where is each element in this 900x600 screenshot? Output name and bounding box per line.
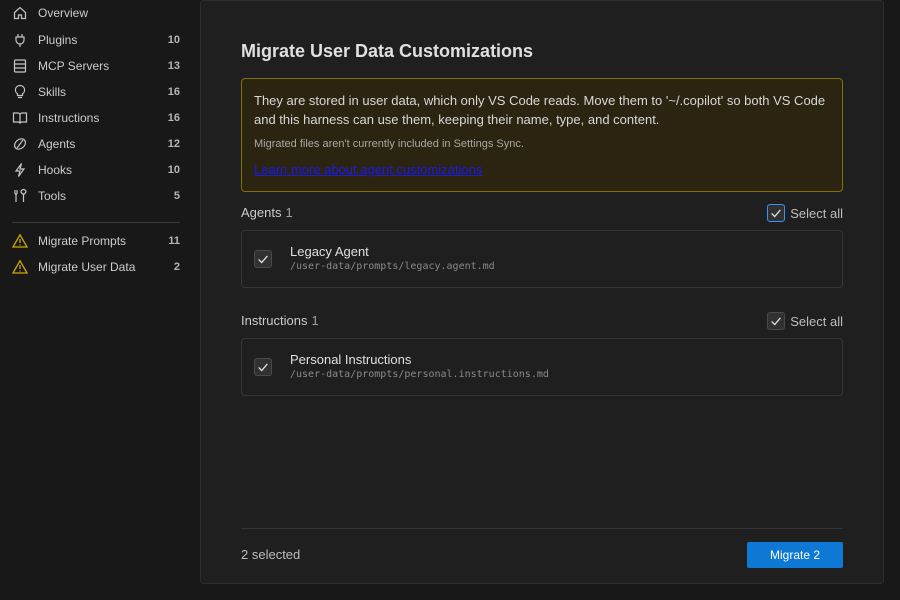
sidebar-item-count: 2 — [173, 261, 180, 273]
sidebar-item-tools[interactable]: Tools 5 — [0, 183, 192, 209]
sidebar-item-count: 11 — [168, 235, 180, 247]
sidebar-item-skills[interactable]: Skills 16 — [0, 79, 192, 105]
sidebar-item-overview[interactable]: Overview — [0, 0, 192, 26]
page-title: Migrate User Data Customizations — [241, 41, 534, 61]
notice-text: They are stored in user data, which only… — [254, 93, 826, 127]
migrate-panel: Migrate User Data Customizations They ar… — [200, 0, 884, 584]
checkmark-icon — [771, 209, 782, 218]
checkmark-icon — [258, 363, 268, 372]
list-item[interactable]: Legacy Agent /user-data/prompts/legacy.a… — [241, 230, 843, 288]
sidebar-item-label: Hooks — [38, 163, 73, 177]
section-title: Instructions 1 — [241, 313, 319, 328]
sidebar-item-label: Tools — [38, 189, 67, 203]
sidebar-item-migrate-user-data[interactable]: Migrate User Data 2 — [0, 254, 192, 280]
item-path: /user-data/prompts/legacy.agent.md — [290, 261, 495, 272]
sidebar-item-label: Migrate User Data — [38, 260, 136, 274]
select-all-instructions[interactable]: Select all — [767, 311, 843, 331]
warning-icon — [12, 259, 28, 275]
learn-more-link[interactable]: Learn more about agent customizations — [254, 162, 482, 177]
sidebar-item-label: MCP Servers — [38, 59, 110, 73]
sidebar-item-label: Skills — [38, 85, 67, 99]
plug-icon — [12, 32, 28, 48]
app-root: Overview Plugins 10 MCP Servers 13 Skill… — [0, 0, 900, 600]
section-count: 1 — [311, 313, 319, 328]
sidebar-item-agents[interactable]: Agents 12 — [0, 131, 192, 157]
checkmark-icon — [771, 317, 782, 326]
select-all-checkbox[interactable] — [767, 204, 786, 222]
select-all-label: Select all — [790, 313, 843, 329]
item-checkbox[interactable] — [254, 358, 272, 376]
sidebar-item-label: Overview — [38, 6, 89, 20]
sidebar-item-label: Agents — [38, 137, 76, 151]
book-icon — [12, 110, 28, 126]
sidebar-item-label: Migrate Prompts — [38, 234, 127, 248]
select-all-agents[interactable]: Select all — [767, 203, 843, 223]
section-title-text: Agents — [241, 205, 282, 220]
item-name: Legacy Agent — [290, 244, 369, 259]
lightbulb-icon — [12, 84, 28, 100]
list-item[interactable]: Personal Instructions /user-data/prompts… — [241, 338, 843, 396]
tools-icon — [12, 188, 28, 204]
sidebar-item-count: 16 — [167, 86, 180, 98]
sidebar-item-count: 12 — [167, 138, 180, 150]
notice-subtext: Migrated files aren't currently included… — [254, 138, 524, 150]
selection-count: 2 selected — [241, 547, 301, 562]
server-icon — [12, 58, 28, 74]
item-name: Personal Instructions — [290, 352, 412, 367]
agent-icon — [12, 136, 28, 152]
home-icon — [12, 5, 28, 21]
sidebar-item-label: Instructions — [38, 111, 100, 125]
sidebar-item-count: 16 — [167, 112, 180, 124]
info-notice: They are stored in user data, which only… — [241, 78, 843, 192]
select-all-checkbox[interactable] — [767, 312, 786, 330]
section-header-instructions: Instructions 1 Select all — [241, 311, 843, 331]
migrate-button[interactable]: Migrate 2 — [747, 542, 843, 568]
sidebar-divider — [12, 222, 180, 223]
sidebar-item-count: 5 — [173, 190, 180, 202]
sidebar-item-count: 10 — [167, 164, 180, 176]
sidebar-item-count: 10 — [167, 34, 180, 46]
section-count: 1 — [285, 205, 293, 220]
item-checkbox[interactable] — [254, 250, 272, 268]
select-all-label: Select all — [790, 205, 843, 221]
footer-divider — [241, 528, 843, 529]
item-path: /user-data/prompts/personal.instructions… — [290, 369, 549, 380]
sidebar-item-count: 13 — [167, 60, 180, 72]
lightning-icon — [12, 162, 28, 178]
checkmark-icon — [258, 255, 268, 264]
warning-icon — [12, 233, 28, 249]
sidebar-item-label: Plugins — [38, 33, 78, 47]
section-title-text: Instructions — [241, 313, 308, 328]
sidebar-item-instructions[interactable]: Instructions 16 — [0, 105, 192, 131]
sidebar: Overview Plugins 10 MCP Servers 13 Skill… — [0, 0, 192, 600]
section-header-agents: Agents 1 Select all — [241, 203, 843, 223]
sidebar-item-plugins[interactable]: Plugins 10 — [0, 27, 192, 53]
sidebar-item-hooks[interactable]: Hooks 10 — [0, 157, 192, 183]
sidebar-item-migrate-prompts[interactable]: Migrate Prompts 11 — [0, 228, 192, 254]
sidebar-item-mcp-servers[interactable]: MCP Servers 13 — [0, 53, 192, 79]
section-title: Agents 1 — [241, 205, 293, 220]
